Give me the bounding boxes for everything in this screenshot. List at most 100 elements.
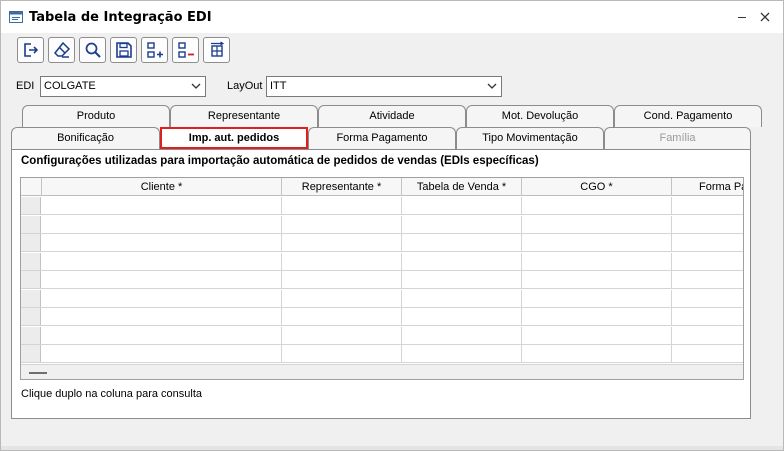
table-cell[interactable] xyxy=(402,197,522,214)
tab-mot-devolucao[interactable]: Mot. Devolução xyxy=(466,105,614,127)
minimize-icon xyxy=(738,17,746,18)
exit-button[interactable] xyxy=(17,37,44,63)
table-row[interactable] xyxy=(21,215,743,234)
table-cell[interactable] xyxy=(402,289,522,307)
search-button[interactable] xyxy=(79,37,106,63)
edi-label: EDI xyxy=(16,80,35,92)
table-cell[interactable] xyxy=(402,326,522,344)
row-header[interactable] xyxy=(21,234,41,251)
minimize-button[interactable] xyxy=(734,9,750,25)
save-icon xyxy=(116,42,132,58)
scroll-thumb[interactable] xyxy=(29,372,47,374)
table-cell[interactable] xyxy=(672,216,743,233)
table-cell[interactable] xyxy=(522,326,672,344)
row-header[interactable] xyxy=(21,252,41,270)
edi-select[interactable]: COLGATE xyxy=(40,76,206,97)
chevron-down-icon xyxy=(487,83,497,89)
table-cell[interactable] xyxy=(282,308,402,325)
add-row-button[interactable] xyxy=(141,37,168,63)
table-cell[interactable] xyxy=(42,234,282,251)
table-cell[interactable] xyxy=(402,271,522,288)
table-cell[interactable] xyxy=(672,271,743,288)
table-cell[interactable] xyxy=(672,290,743,307)
row-header[interactable] xyxy=(21,197,41,214)
table-cell[interactable] xyxy=(672,327,743,344)
tab-atividade[interactable]: Atividade xyxy=(318,105,466,127)
table-cell[interactable] xyxy=(522,271,672,288)
layout-select-value: ITT xyxy=(270,80,287,92)
close-button[interactable] xyxy=(757,9,773,25)
table-cell[interactable] xyxy=(522,234,672,251)
table-cell[interactable] xyxy=(42,215,282,233)
table-cell[interactable] xyxy=(42,271,282,288)
row-header[interactable] xyxy=(21,289,41,307)
config-grid[interactable]: Cliente * Representante * Tabela de Vend… xyxy=(20,177,744,380)
table-cell[interactable] xyxy=(672,197,743,214)
table-cell[interactable] xyxy=(522,197,672,214)
row-header[interactable] xyxy=(21,215,41,233)
table-row[interactable] xyxy=(21,271,743,289)
table-cell[interactable] xyxy=(522,308,672,325)
table-cell[interactable] xyxy=(282,271,402,288)
table-row[interactable] xyxy=(21,326,743,345)
table-cell[interactable] xyxy=(522,289,672,307)
column-tabela-venda[interactable]: Tabela de Venda * xyxy=(402,178,522,196)
tab-representante[interactable]: Representante xyxy=(170,105,318,127)
row-header[interactable] xyxy=(21,345,41,362)
column-representante[interactable]: Representante * xyxy=(282,178,402,196)
table-cell[interactable] xyxy=(402,215,522,233)
exit-icon xyxy=(24,43,39,57)
clear-button[interactable] xyxy=(48,37,75,63)
save-button[interactable] xyxy=(110,37,137,63)
table-cell[interactable] xyxy=(402,308,522,325)
tab-imp-aut-pedidos[interactable]: Imp. aut. pedidos xyxy=(160,127,308,149)
table-cell[interactable] xyxy=(672,253,743,270)
remove-row-button[interactable] xyxy=(172,37,199,63)
tab-produto[interactable]: Produto xyxy=(22,105,170,127)
table-row[interactable] xyxy=(21,252,743,271)
table-row[interactable] xyxy=(21,234,743,252)
table-cell[interactable] xyxy=(42,197,282,214)
table-cell[interactable] xyxy=(282,197,402,214)
table-row[interactable] xyxy=(21,289,743,308)
table-cell[interactable] xyxy=(282,215,402,233)
table-cell[interactable] xyxy=(42,289,282,307)
table-cell[interactable] xyxy=(402,234,522,251)
tab-cond-pagamento[interactable]: Cond. Pagamento xyxy=(614,105,762,127)
eraser-icon xyxy=(53,41,71,58)
table-cell[interactable] xyxy=(42,252,282,270)
table-cell[interactable] xyxy=(282,326,402,344)
column-cliente[interactable]: Cliente * xyxy=(42,178,282,196)
table-row[interactable] xyxy=(21,345,743,363)
remove-row-icon xyxy=(178,42,194,58)
column-cgo[interactable]: CGO * xyxy=(522,178,672,196)
table-cell[interactable] xyxy=(522,252,672,270)
table-cell[interactable] xyxy=(402,345,522,362)
layout-select[interactable]: ITT xyxy=(266,76,502,97)
table-cell[interactable] xyxy=(42,345,282,362)
tab-familia[interactable]: Família xyxy=(604,127,751,149)
tab-forma-pagamento[interactable]: Forma Pagamento xyxy=(308,127,456,149)
table-cell[interactable] xyxy=(282,289,402,307)
table-cell[interactable] xyxy=(522,345,672,362)
row-header[interactable] xyxy=(21,308,41,325)
table-cell[interactable] xyxy=(282,345,402,362)
table-cell[interactable] xyxy=(42,308,282,325)
row-header[interactable] xyxy=(21,326,41,344)
table-cell[interactable] xyxy=(282,252,402,270)
tab-bonificacao[interactable]: Bonificação xyxy=(11,127,160,149)
horizontal-scrollbar[interactable] xyxy=(21,364,743,379)
tab-tipo-movimentacao[interactable]: Tipo Movimentação xyxy=(456,127,604,149)
table-cell[interactable] xyxy=(672,234,743,251)
column-forma-pagamento[interactable]: Forma Pa xyxy=(672,178,743,196)
table-row[interactable] xyxy=(21,308,743,326)
table-cell[interactable] xyxy=(42,326,282,344)
table-cell[interactable] xyxy=(522,215,672,233)
table-cell[interactable] xyxy=(672,308,743,325)
table-cell[interactable] xyxy=(282,234,402,251)
transfer-button[interactable] xyxy=(203,37,230,63)
row-header[interactable] xyxy=(21,271,41,288)
table-row[interactable] xyxy=(21,197,743,215)
table-cell[interactable] xyxy=(672,345,743,362)
table-cell[interactable] xyxy=(402,252,522,270)
